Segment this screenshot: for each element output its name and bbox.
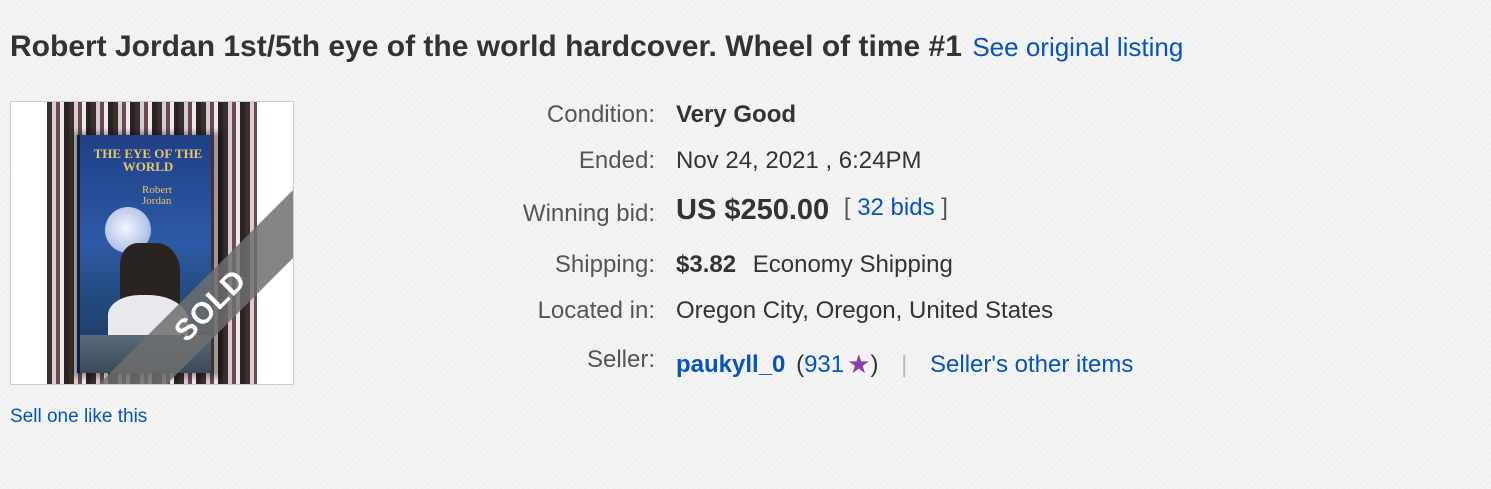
bids-bracket-open: [ bbox=[843, 194, 851, 221]
book-cover-author: Robert Jordan bbox=[142, 184, 172, 207]
location-label: Located in: bbox=[537, 297, 655, 324]
item-image[interactable]: THE EYE OF THE WORLD Robert Jordan SOLD bbox=[10, 101, 294, 385]
feedback-paren-close: ) bbox=[870, 351, 879, 378]
separator: | bbox=[901, 351, 908, 378]
feedback-score-link[interactable]: 931 bbox=[804, 351, 844, 378]
purple-star-icon: ★ bbox=[847, 349, 871, 379]
shipping-cost: $3.82 bbox=[676, 251, 737, 278]
bid-history-link[interactable]: 32 bids bbox=[857, 194, 934, 221]
listing-title: Robert Jordan 1st/5th eye of the world h… bbox=[10, 30, 962, 63]
shipping-method: Economy Shipping bbox=[752, 251, 953, 278]
seller-other-items-link[interactable]: Seller's other items bbox=[930, 351, 1133, 378]
listing-title-row: Robert Jordan 1st/5th eye of the world h… bbox=[10, 30, 1183, 64]
see-original-listing-link[interactable]: See original listing bbox=[972, 32, 1183, 62]
ended-label: Ended: bbox=[578, 147, 655, 174]
winning-bid-label: Winning bid: bbox=[522, 200, 655, 227]
bids-bracket-close: ] bbox=[941, 194, 948, 221]
book-cover-title: THE EYE OF THE WORLD bbox=[93, 146, 203, 174]
ended-value: Nov 24, 2021 , 6:24PM bbox=[676, 147, 922, 174]
winning-bid-amount: US $250.00 bbox=[676, 194, 830, 226]
seller-name-link[interactable]: paukyll_0 bbox=[676, 351, 785, 378]
seller-label: Seller: bbox=[586, 346, 655, 373]
shipping-label: Shipping: bbox=[554, 251, 655, 278]
feedback-paren-open: ( bbox=[796, 351, 805, 378]
condition-label: Condition: bbox=[546, 101, 655, 128]
sell-one-like-this-link[interactable]: Sell one like this bbox=[10, 406, 147, 428]
condition-value: Very Good bbox=[676, 101, 797, 128]
location-value: Oregon City, Oregon, United States bbox=[676, 297, 1054, 324]
